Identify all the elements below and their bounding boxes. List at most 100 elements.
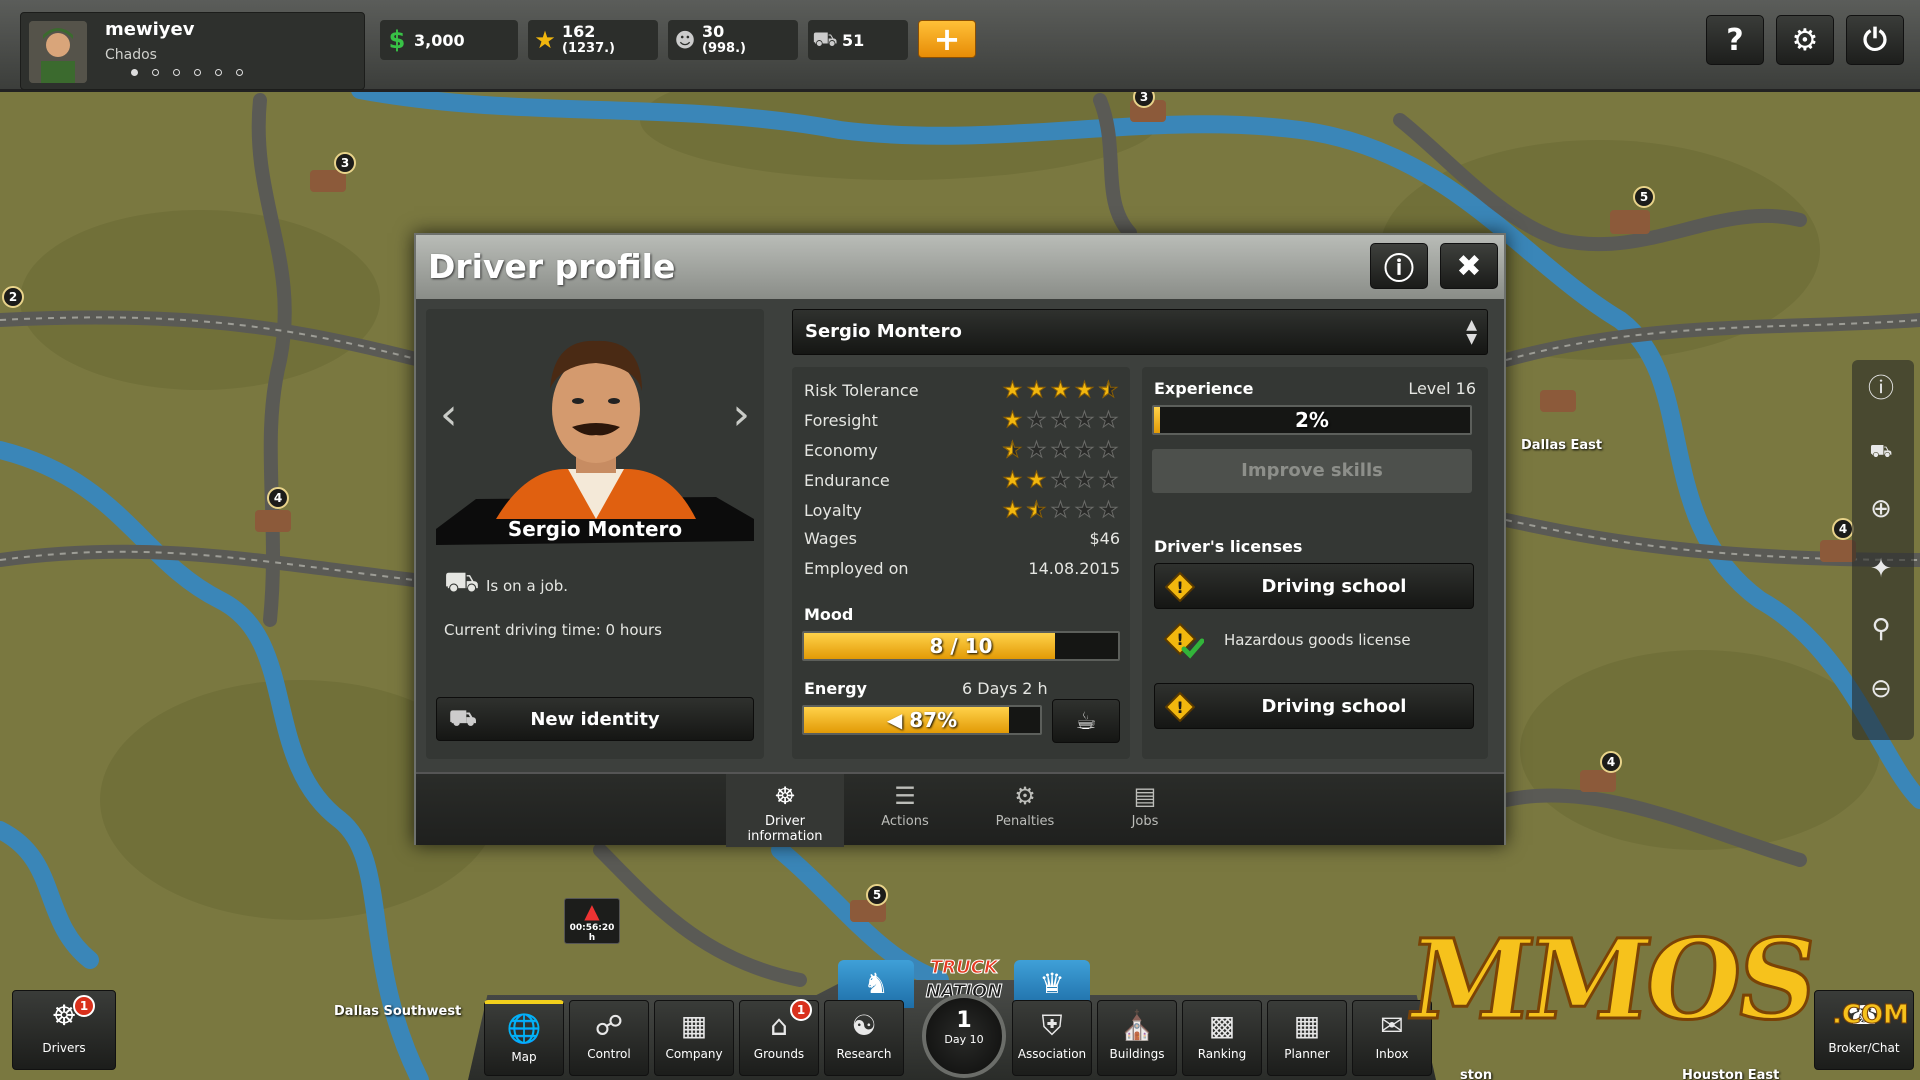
next-driver-arrow[interactable]: ›	[732, 389, 750, 440]
page-dot[interactable]	[152, 69, 159, 76]
on-job-icon: ⛟	[444, 565, 480, 598]
mmos-watermark: MMOS	[1399, 914, 1823, 1046]
nav-map[interactable]: 🌐 Map	[484, 1000, 564, 1076]
help-button[interactable]: ?	[1706, 15, 1764, 65]
drivers-button[interactable]: ☸ Drivers 1	[12, 990, 116, 1070]
coffee-cup-icon: ☕	[1075, 707, 1097, 735]
zoom-out-button[interactable]: ⊖	[1860, 668, 1902, 710]
tab-actions[interactable]: ☰ Actions	[846, 774, 964, 847]
stat-row: Economy ★ ★ ★ ★ ★	[804, 438, 1120, 463]
nav-association[interactable]: ⛨ Association	[1012, 1000, 1092, 1076]
tab-penalties[interactable]: ⚙ Penalties	[966, 774, 1084, 847]
improve-skills-button[interactable]: Improve skills	[1152, 449, 1472, 493]
driving-school-button-1[interactable]: ! Driving school	[1154, 563, 1474, 609]
star-icon: ★	[1002, 378, 1023, 403]
nav-planner[interactable]: ▦ Planner	[1267, 1000, 1347, 1076]
nav-control[interactable]: ☍ Control	[569, 1000, 649, 1076]
player-company: Chados	[105, 47, 157, 63]
prestige-value: 162	[562, 22, 596, 41]
page-dot[interactable]	[131, 69, 138, 76]
drivers-label: Drivers	[42, 1041, 86, 1055]
calculator-icon: ▦	[1293, 1009, 1321, 1042]
map-location-level-pin[interactable]: 5	[1633, 186, 1655, 208]
previous-driver-arrow[interactable]: ‹	[440, 389, 458, 440]
tab-driver-information[interactable]: ☸ Driver information	[726, 774, 844, 847]
map-location-level-pin[interactable]: 2	[2, 286, 24, 308]
map-location-level-pin[interactable]: 4	[267, 487, 289, 509]
control-icon: ☍	[594, 1009, 624, 1042]
new-identity-button[interactable]: ⛟ New identity	[436, 697, 754, 741]
mood-bar: 8 / 10	[802, 631, 1120, 661]
info-button[interactable]: ⓘ	[1370, 243, 1428, 289]
prestige-counter[interactable]: ★ 162 (1237.)	[528, 20, 658, 60]
zoom-in-button[interactable]: ⊕	[1860, 488, 1902, 530]
player-name: mewiyev	[105, 19, 195, 40]
driver-portrait-panel: ‹ › Sergio Montero ⛟ Is on a job. Curren…	[426, 309, 764, 759]
experience-label: Experience	[1154, 379, 1254, 398]
star-icon: ★	[1050, 468, 1071, 493]
mood-value: 8 / 10	[929, 634, 993, 658]
map-label-houston-east[interactable]: Houston East	[1682, 1068, 1779, 1080]
left-arrow-icon: ◀	[886, 708, 910, 732]
employed-value: 14.08.2015	[1028, 559, 1120, 578]
top-bar: mewiyev Chados $ 3,000 ★ 162 (1237.) ☻ 30…	[0, 0, 1920, 92]
prestige-sub: (1237.)	[562, 41, 616, 56]
add-resources-button[interactable]: +	[918, 20, 976, 58]
tab-jobs[interactable]: ▤ Jobs	[1086, 774, 1204, 847]
page-dot[interactable]	[194, 69, 201, 76]
map-label-dallas-southwest[interactable]: Dallas Southwest	[334, 1004, 461, 1019]
map-location-level-pin[interactable]: 3	[334, 152, 356, 174]
close-button[interactable]: ✖	[1440, 243, 1498, 289]
drivers-badge: 1	[73, 995, 95, 1017]
license-granted-icon: !	[1164, 623, 1204, 659]
portrait-driver-name: Sergio Montero	[507, 517, 683, 541]
star-rating: ★ ★ ★ ★ ★	[1001, 498, 1120, 523]
employees-value: 30	[702, 22, 725, 41]
nav-grounds[interactable]: ⌂ Grounds 1	[739, 999, 819, 1076]
driving-school-button-2[interactable]: ! Driving school	[1154, 683, 1474, 729]
bottom-navigation: ♞ TRUCK NATION ♛ 🌐 Map ☍ Control ▦ Company …	[468, 957, 1436, 1080]
money-counter[interactable]: $ 3,000	[380, 20, 518, 60]
compass-button[interactable]: ✦	[1860, 548, 1902, 590]
day-dial[interactable]: 1 Day 10	[922, 994, 1006, 1078]
globe-icon: 🌐	[506, 1012, 542, 1045]
employed-label: Employed on	[804, 559, 909, 578]
map-location-level-pin[interactable]: 4	[1832, 518, 1854, 540]
star-icon: ★	[1098, 408, 1119, 433]
map-location-level-pin[interactable]: 4	[1600, 751, 1622, 773]
info-icon: ⓘ	[1867, 374, 1894, 404]
star-icon: ★	[1026, 498, 1047, 523]
trucks-counter[interactable]: ⛟ 51	[808, 20, 908, 60]
truck-icon: ⛟	[812, 26, 838, 51]
player-avatar[interactable]	[29, 21, 87, 83]
coffee-break-button[interactable]: ☕	[1052, 699, 1120, 743]
logout-button[interactable]: ⏻	[1846, 15, 1904, 65]
map-label-houston-partial[interactable]: ston	[1460, 1068, 1492, 1080]
nav-buildings[interactable]: ⛪ Buildings	[1097, 1000, 1177, 1076]
driver-select-dropdown[interactable]: Sergio Montero ▲ ▼	[792, 309, 1488, 355]
wages-label: Wages	[804, 529, 857, 548]
star-icon: ★	[1098, 468, 1119, 493]
steering-wheel-icon: ☸	[774, 782, 796, 810]
star-icon: ★	[1050, 378, 1071, 403]
nav-research[interactable]: ☯ Research	[824, 1000, 904, 1076]
map-vehicles-button[interactable]: ⛟	[1860, 428, 1902, 470]
location-button[interactable]: ⚲	[1860, 608, 1902, 650]
nav-ranking[interactable]: ▩ Ranking	[1182, 1000, 1262, 1076]
page-dot[interactable]	[215, 69, 222, 76]
page-dot[interactable]	[173, 69, 180, 76]
player-panel[interactable]: mewiyev Chados	[20, 12, 365, 90]
job-timer-marker[interactable]: ▲ 00:56:20 h	[564, 898, 620, 944]
page-dots[interactable]	[131, 69, 243, 76]
truck-icon: ⛟	[449, 706, 477, 731]
map-info-button[interactable]: ⓘ	[1860, 368, 1902, 410]
page-dot[interactable]	[236, 69, 243, 76]
buildings-icon: ⛪	[1119, 1009, 1155, 1042]
settings-button[interactable]: ⚙	[1776, 15, 1834, 65]
nav-company[interactable]: ▦ Company	[654, 1000, 734, 1076]
money-value: 3,000	[414, 30, 465, 50]
stat-label: Loyalty	[804, 501, 862, 520]
employees-counter[interactable]: ☻ 30 (998.)	[668, 20, 798, 60]
map-location-level-pin[interactable]: 5	[866, 884, 888, 906]
map-label-dallas-east[interactable]: Dallas East	[1521, 438, 1602, 453]
